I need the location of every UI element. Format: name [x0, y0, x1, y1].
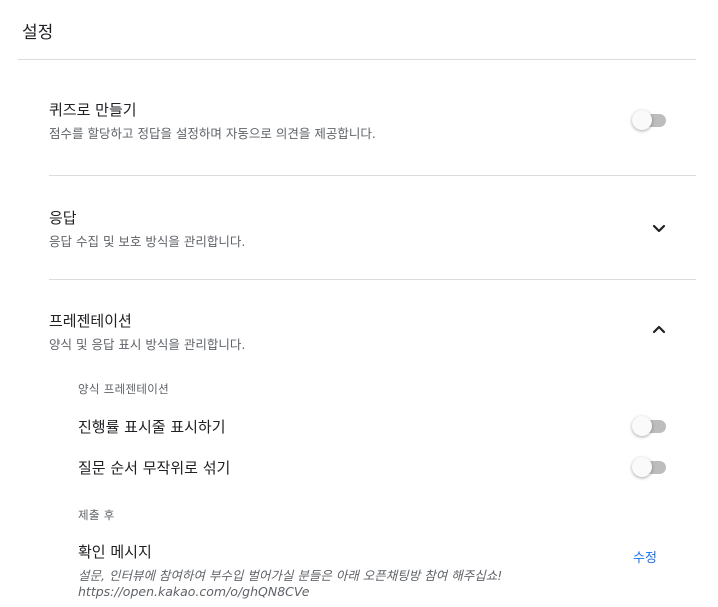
after-submission-heading: 제출 후 [78, 508, 115, 522]
form-presentation-heading: 양식 프레젠테이션 [78, 382, 169, 396]
shuffle-questions-label: 질문 순서 무작위로 섞기 [78, 459, 231, 477]
presentation-section-description: 양식 및 응답 표시 방식을 관리합니다. [49, 337, 246, 352]
shuffle-questions-toggle[interactable] [632, 457, 666, 477]
confirmation-message-text: 설문, 인터뷰에 참여하여 부수입 벌어가실 분들은 아래 오픈채팅방 참여 해… [78, 568, 503, 583]
quiz-section-title: 퀴즈로 만들기 [49, 101, 137, 119]
page-title: 설정 [22, 23, 54, 43]
confirmation-message-label: 확인 메시지 [78, 543, 152, 561]
section-divider [49, 279, 696, 280]
chevron-down-icon[interactable] [647, 216, 671, 240]
toggle-thumb [632, 457, 652, 477]
responses-section-description: 응답 수집 및 보호 방식을 관리합니다. [49, 234, 246, 249]
presentation-section-title: 프레젠테이션 [49, 312, 132, 330]
header-divider [18, 59, 696, 60]
quiz-section-description: 점수를 할당하고 정답을 설정하며 자동으로 의견을 제공합니다. [49, 126, 376, 141]
progress-bar-toggle[interactable] [632, 416, 666, 436]
toggle-thumb [632, 416, 652, 436]
toggle-thumb [632, 110, 652, 130]
progress-bar-label: 진행률 표시줄 표시하기 [78, 418, 226, 436]
responses-section-title: 응답 [49, 209, 77, 227]
section-divider [49, 175, 696, 176]
chevron-up-icon[interactable] [647, 318, 671, 342]
quiz-toggle[interactable] [632, 110, 666, 130]
edit-confirmation-button[interactable]: 수정 [633, 547, 657, 566]
confirmation-message-url: https://open.kakao.com/o/ghQN8CVe [78, 584, 310, 599]
